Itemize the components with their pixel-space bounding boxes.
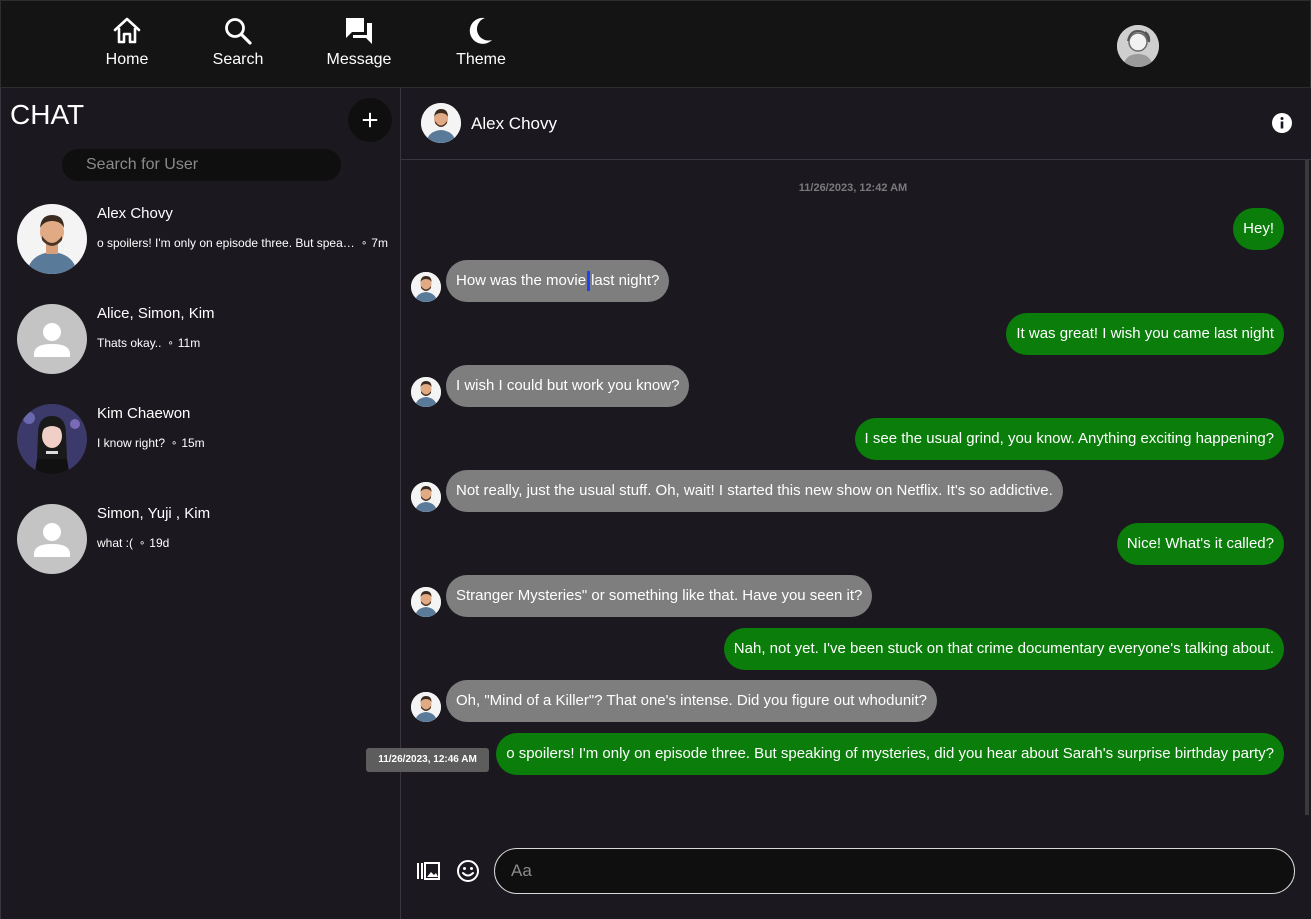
nav-theme-label: Theme [456,51,506,68]
conversation-time: 19d [149,536,170,550]
conversation-preview: what :( [97,536,134,550]
conversation-preview-line: Thats okay.. ∘ 11m [97,336,200,350]
conversation-time: 15m [181,436,205,450]
conversation-name: Simon, Yuji , Kim [97,505,211,522]
outgoing-message[interactable]: It was great! I wish you came last night [1006,313,1284,355]
incoming-message[interactable]: I wish I could but work you know? [446,365,690,407]
message-time-tooltip: 11/26/2023, 12:46 AM [366,748,489,772]
conversation-item[interactable]: Alex Chovy o spoilers! I'm only on episo… [1,188,400,288]
outgoing-message[interactable]: Hey! [1233,208,1284,250]
current-user-avatar[interactable] [1117,25,1159,67]
conversation-name: Kim Chaewon [97,405,191,422]
conversation-name: Alex Chovy [97,205,173,222]
message-row-incoming: I wish I could but work you know? [401,365,1305,409]
conversation-item[interactable]: Simon, Yuji , Kim what :( ∘ 19d [1,488,400,588]
outgoing-message[interactable]: o spoilers! I'm only on episode three. B… [496,733,1284,775]
separator-dot: ∘ [361,237,368,249]
message-text-part: How was the movie [456,272,587,289]
gallery-icon[interactable] [416,860,440,882]
separator-dot: ∘ [167,337,174,349]
sender-avatar [411,482,441,512]
message-list[interactable]: 11/26/2023, 12:42 AM Hey! How was the mo… [401,160,1305,815]
moon-icon [469,17,492,44]
message-row-incoming: Not really, just the usual stuff. Oh, wa… [401,470,1305,514]
outgoing-message[interactable]: I see the usual grind, you know. Anythin… [854,418,1284,460]
outgoing-message[interactable]: Nice! What's it called? [1116,523,1284,565]
avatar [17,204,87,274]
text-cursor [587,271,591,292]
conversation-time: 11m [177,336,201,350]
conversation-name: Alice, Simon, Kim [97,305,215,322]
generic-user-avatar [17,504,87,574]
plus-icon [362,112,378,128]
message-row-outgoing: Hey! [401,208,1305,252]
message-row-outgoing: o spoilers! I'm only on episode three. B… [401,733,1305,777]
avatar [17,404,87,474]
incoming-message[interactable]: How was the movie last night? [446,260,670,302]
conversation-item[interactable]: Kim Chaewon I know right? ∘ 15m [1,388,400,488]
message-composer [401,815,1311,919]
info-icon[interactable] [1272,113,1292,133]
nav-message[interactable]: Message [309,15,409,69]
conversation-preview: o spoilers! I'm only on episode three. B… [97,236,355,250]
message-row-outgoing: It was great! I wish you came last night [401,313,1305,357]
incoming-message[interactable]: Stranger Mysteries" or something like th… [446,575,873,617]
message-scrollbar[interactable] [1305,160,1309,815]
conversation-preview: I know right? [97,436,166,450]
message-text-part: last night? [591,272,660,289]
sender-avatar [411,272,441,302]
new-chat-button[interactable] [348,98,392,142]
nav-search[interactable]: Search [188,15,288,69]
message-input[interactable] [494,848,1295,894]
message-row-incoming: How was the movie last night? [401,260,1305,304]
message-row-outgoing: I see the usual grind, you know. Anythin… [401,418,1305,462]
emoji-icon[interactable] [456,859,480,883]
sender-avatar [411,587,441,617]
nav-message-label: Message [326,51,392,68]
nav-search-label: Search [212,51,264,68]
chat-sidebar: CHAT Alex Chovy o spoilers! I'm only on … [0,88,401,919]
sidebar-title: CHAT [10,99,85,130]
nav-home[interactable]: Home [77,15,177,69]
top-navbar: Home Search Message Theme [0,0,1311,88]
search-icon [225,18,252,45]
sender-avatar [411,377,441,407]
incoming-message[interactable]: Not really, just the usual stuff. Oh, wa… [446,470,1063,512]
generic-user-avatar [17,304,87,374]
message-row-outgoing: Nah, not yet. I've been stuck on that cr… [401,628,1305,672]
sender-avatar [411,692,441,722]
chat-header: Alex Chovy [401,88,1311,160]
contact-avatar[interactable] [421,103,461,143]
conversation-preview-line: I know right? ∘ 15m [97,436,205,450]
message-row-incoming: Stranger Mysteries" or something like th… [401,575,1305,619]
conversation-preview-line: what :( ∘ 19d [97,536,169,550]
separator-dot: ∘ [139,537,146,549]
message-row-outgoing: Nice! What's it called? [401,523,1305,567]
nav-theme[interactable]: Theme [431,15,531,69]
conversation-preview: Thats okay.. [97,336,162,350]
outgoing-message[interactable]: Nah, not yet. I've been stuck on that cr… [723,628,1284,670]
date-separator: 11/26/2023, 12:42 AM [798,182,908,194]
separator-dot: ∘ [171,437,178,449]
message-icon [346,18,372,44]
conversation-time: 7m [371,236,388,250]
user-search-input[interactable] [62,149,341,181]
nav-home-label: Home [105,51,149,68]
incoming-message[interactable]: Oh, "Mind of a Killer"? That one's inten… [446,680,938,722]
message-row-incoming: Oh, "Mind of a Killer"? That one's inten… [401,680,1305,724]
contact-name: Alex Chovy [471,114,557,133]
conversation-preview-line: o spoilers! I'm only on episode three. B… [97,236,388,250]
home-icon [113,17,141,44]
conversation-item[interactable]: Alice, Simon, Kim Thats okay.. ∘ 11m [1,288,400,388]
